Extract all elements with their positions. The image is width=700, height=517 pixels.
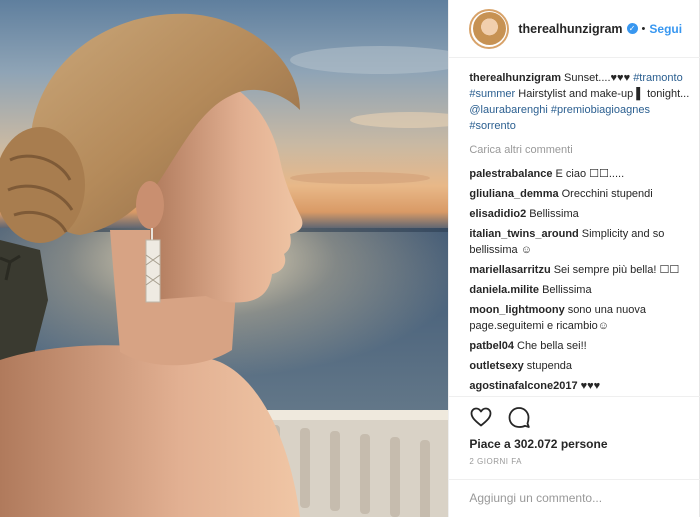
caption-text: Sunset....♥♥♥ [564, 72, 631, 84]
comment-username[interactable]: patbel04 [469, 340, 514, 352]
add-comment-section [449, 479, 700, 517]
post-header: therealhunzigram ✓ • Segui [449, 0, 700, 58]
comment-item: patbel04 Che bella sei!! [469, 338, 691, 354]
hashtag-link[interactable]: #premiobiagioagnes [551, 104, 650, 116]
comment-item: italian_twins_around Simplicity and so be… [469, 226, 691, 258]
hashtag-link[interactable]: #summer [469, 88, 515, 100]
comment-username[interactable]: mariellasarritzu [469, 264, 550, 276]
comments-list[interactable]: therealhunzigram Sunset....♥♥♥ #tramonto … [469, 70, 691, 396]
hashtag-link[interactable]: #tramonto [633, 72, 683, 84]
comment-text: ♥♥♥ [580, 380, 601, 392]
avatar-ring[interactable] [469, 8, 510, 49]
caption: therealhunzigram Sunset....♥♥♥ #tramonto … [469, 70, 691, 134]
caption-username[interactable]: therealhunzigram [469, 72, 561, 84]
likes-suffix: persone [560, 437, 608, 451]
comment-username[interactable]: outletsexy [469, 360, 523, 372]
post-photo[interactable] [0, 0, 449, 517]
instagram-post: therealhunzigram ✓ • Segui therealhunzig… [0, 0, 700, 517]
post-photo-illustration [0, 13, 449, 517]
caption-text: Hairstylist and make-up ▌ tonight... [518, 88, 690, 100]
avatar[interactable] [472, 12, 506, 45]
likes-number: 302.072 [514, 437, 558, 451]
comment-username[interactable]: gliuliana_demma [469, 188, 558, 200]
comment-item: outletsexy stupenda [469, 358, 691, 374]
comment-item: palestrabalance E ciao ☐☐..... [469, 166, 691, 182]
comment-text: stupenda [526, 360, 573, 372]
comment-item: elisadidio2 Bellissima [469, 206, 691, 222]
comment-text: Orecchini stupendi [561, 188, 653, 200]
comment-item: gliuliana_demma Orecchini stupendi [469, 186, 691, 202]
comment-text: Bellissima [542, 284, 592, 296]
likes-prefix: Piace a [469, 437, 511, 451]
post-side-panel: therealhunzigram ✓ • Segui therealhunzig… [448, 0, 700, 517]
comment-username[interactable]: palestrabalance [469, 168, 552, 180]
post-date[interactable]: 2 GIORNI FA [469, 457, 700, 466]
likes-count[interactable]: Piace a 302.072 persone [469, 437, 700, 451]
mention-link[interactable]: @laurabarenghi [469, 104, 547, 116]
comment-item: moon_lightmoony sono una nuova page.segui… [469, 302, 691, 334]
comment-text: Che bella sei!! [517, 340, 587, 352]
hashtag-link[interactable]: #sorrento [469, 120, 515, 132]
comment-username[interactable]: moon_lightmoony [469, 304, 564, 316]
comment-text: E ciao ☐☐..... [555, 168, 625, 180]
load-more-comments[interactable]: Carica altri commenti [469, 142, 691, 158]
comment-item: mariellasarritzu Sei sempre più bella! ☐☐ [469, 262, 691, 278]
comment-username[interactable]: agostinafalcone2017 [469, 380, 577, 392]
comment-username[interactable]: daniela.milite [469, 284, 539, 296]
verified-icon: ✓ [626, 23, 638, 34]
comment-username[interactable]: elisadidio2 [469, 208, 526, 220]
comment-text: Bellissima [529, 208, 579, 220]
comment-item: agostinafalcone2017 ♥♥♥ [469, 378, 691, 394]
add-comment-input[interactable] [469, 491, 680, 505]
post-actions: Piace a 302.072 persone 2 GIORNI FA [449, 396, 700, 466]
action-icons [469, 403, 700, 431]
heart-icon[interactable] [469, 405, 493, 429]
comment-item: daniela.milite Bellissima [469, 282, 691, 298]
comment-username[interactable]: italian_twins_around [469, 228, 578, 240]
separator: • [641, 22, 646, 35]
comment-text: Sei sempre più bella! ☐☐ [553, 264, 680, 276]
header-username[interactable]: therealhunzigram [518, 22, 622, 36]
follow-button[interactable]: Segui [649, 22, 682, 36]
comment-icon[interactable] [507, 405, 531, 429]
